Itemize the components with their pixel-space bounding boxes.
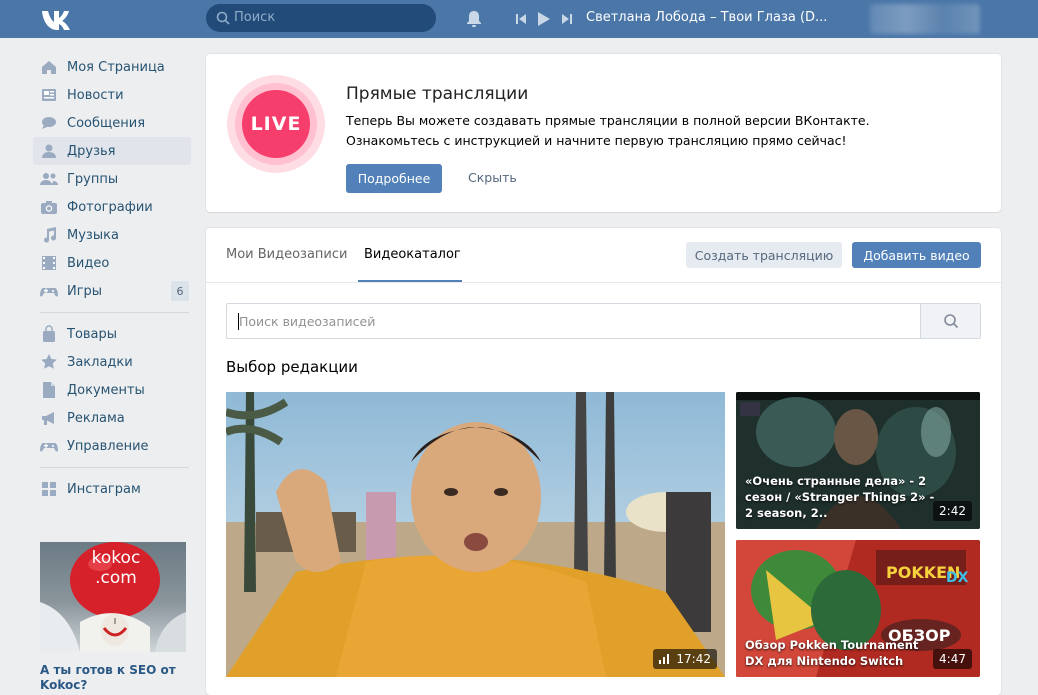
live-logo-text: LIVE xyxy=(242,90,310,158)
top-bar: Поиск Светлана Лобода – Твои Глаза (D... xyxy=(0,0,1038,38)
left-sidebar: Моя Страница Новости Сообщения Друзья Группы… xyxy=(33,53,191,503)
gamepad-icon xyxy=(40,437,58,455)
sidebar-item-label: Друзья xyxy=(67,143,116,159)
star-icon xyxy=(40,353,58,371)
video-duration-badge: 17:42 xyxy=(653,649,717,669)
now-playing-title[interactable]: Светлана Лобода – Твои Глаза (D... xyxy=(586,10,827,25)
sidebar-item[interactable]: Видео xyxy=(33,249,191,277)
video-title: «Очень странные дела» - 2 сезон / «Stran… xyxy=(745,474,935,520)
friend-icon xyxy=(40,142,58,160)
sidebar-item-label: Видео xyxy=(67,255,110,271)
sidebar-item-label: Игры xyxy=(67,283,103,299)
sidebar-item-label: Фотографии xyxy=(67,199,153,215)
video-title: Обзор Pokken Tournament DX для Nintendo … xyxy=(745,638,919,668)
ad-image[interactable]: kokoc .com xyxy=(40,542,186,652)
create-stream-button[interactable]: Создать трансляцию xyxy=(686,242,842,268)
previous-track-icon[interactable] xyxy=(514,10,530,28)
live-streams-banner: LIVE Прямые трансляции Теперь Вы можете … xyxy=(206,54,1001,212)
sidebar-item[interactable]: Музыка xyxy=(33,221,191,249)
video-icon xyxy=(40,254,58,272)
vk-logo-icon[interactable] xyxy=(40,8,74,30)
sidebar-item-label: Сообщения xyxy=(67,115,146,131)
sidebar-divider xyxy=(40,312,189,313)
bell-icon[interactable] xyxy=(464,9,484,29)
music-icon xyxy=(40,226,58,244)
sidebar-item[interactable]: Товары xyxy=(33,320,191,348)
search-placeholder: Поиск xyxy=(234,10,276,25)
sidebar-item[interactable]: Игры 6 xyxy=(33,277,191,305)
sidebar-item-label: Моя Страница xyxy=(67,59,165,75)
live-logo-icon: LIVE xyxy=(227,75,325,173)
header-search-input[interactable]: Поиск xyxy=(206,4,436,32)
sidebar-item[interactable]: Управление xyxy=(33,432,191,460)
editors-choice-title: Выбор редакции xyxy=(226,358,358,376)
home-icon xyxy=(40,58,58,76)
video-duration: 4:47 xyxy=(933,649,972,669)
news-icon xyxy=(40,86,58,104)
svg-text:DX: DX xyxy=(946,570,969,586)
gamepad-icon xyxy=(40,282,58,300)
video-duration: 17:42 xyxy=(676,652,711,666)
more-button[interactable]: Подробнее xyxy=(346,164,442,193)
live-banner-title: Прямые трансляции xyxy=(346,84,529,104)
sidebar-item-label: Товары xyxy=(67,326,118,342)
sidebar-ad[interactable]: kokoc .com А ты готов к SEO от Kokoc? xyxy=(40,542,186,693)
bag-icon xyxy=(40,325,58,343)
user-profile-menu[interactable] xyxy=(870,4,980,34)
sidebar-item[interactable]: Закладки xyxy=(33,348,191,376)
video-thumbnail-featured[interactable]: 17:42 xyxy=(226,392,725,677)
megaphone-icon xyxy=(40,409,58,427)
live-text-line: Ознакомьтесь с инструкцией и начните пер… xyxy=(346,133,847,148)
sidebar-item-label: Новости xyxy=(67,87,124,103)
sidebar-item-label: Инстаграм xyxy=(67,481,141,497)
ad-balloon-text: kokoc .com xyxy=(91,548,141,588)
sidebar-item[interactable]: Моя Страница xyxy=(33,53,191,81)
counter-badge: 6 xyxy=(171,281,189,301)
video-tabs: Мои Видеозаписи Видеокаталог Создать тра… xyxy=(206,228,1001,283)
hide-button[interactable]: Скрыть xyxy=(468,170,517,185)
sidebar-item[interactable]: Фотографии xyxy=(33,193,191,221)
video-search-placeholder: Поиск видеозаписей xyxy=(239,314,376,329)
sidebar-item-label: Реклама xyxy=(67,410,125,426)
search-icon xyxy=(216,11,230,25)
video-thumbnail-stranger-things[interactable]: «Очень странные дела» - 2 сезон / «Stran… xyxy=(736,392,980,529)
live-text-line: Теперь Вы можете создавать прямые трансл… xyxy=(346,113,870,128)
camera-icon xyxy=(40,198,58,216)
sidebar-item-label: Группы xyxy=(67,171,119,187)
active-tab-indicator xyxy=(358,280,462,282)
video-thumbnail-pokken[interactable]: POKKEN DX ОБЗОР Обзор Pokken Tournament … xyxy=(736,540,980,677)
add-video-button[interactable]: Добавить видео xyxy=(852,242,981,268)
video-search-button[interactable] xyxy=(920,304,980,338)
groups-icon xyxy=(40,170,58,188)
sidebar-item-label: Документы xyxy=(67,382,145,398)
sidebar-divider xyxy=(40,467,189,468)
ad-title[interactable]: А ты готов к SEO от Kokoc? xyxy=(40,663,186,693)
play-icon[interactable] xyxy=(535,10,551,28)
sidebar-item[interactable]: Сообщения xyxy=(33,109,191,137)
messages-icon xyxy=(40,114,58,132)
live-banner-text: Теперь Вы можете создавать прямые трансл… xyxy=(346,111,966,151)
sidebar-item-label: Музыка xyxy=(67,227,119,243)
video-search-input[interactable]: Поиск видеозаписей xyxy=(226,303,981,339)
search-icon xyxy=(943,314,958,329)
video-panel: Мои Видеозаписи Видеокаталог Создать тра… xyxy=(206,228,1001,695)
document-icon xyxy=(40,381,58,399)
sidebar-item-label: Закладки xyxy=(67,354,133,370)
sidebar-item[interactable]: Инстаграм xyxy=(33,475,191,503)
next-track-icon[interactable] xyxy=(558,10,574,28)
sidebar-item[interactable]: Группы xyxy=(33,165,191,193)
sidebar-item[interactable]: Новости xyxy=(33,81,191,109)
tab-my-videos[interactable]: Мои Видеозаписи xyxy=(226,247,347,262)
sidebar-item-label: Управление xyxy=(67,438,149,454)
views-chart-icon xyxy=(659,654,670,664)
sidebar-item[interactable]: Документы xyxy=(33,376,191,404)
sidebar-item[interactable]: Друзья xyxy=(33,137,191,165)
video-duration: 2:42 xyxy=(933,501,972,521)
sidebar-item[interactable]: Реклама xyxy=(33,404,191,432)
grid-icon xyxy=(40,480,58,498)
live-logo-ring: LIVE xyxy=(235,83,317,165)
tab-video-catalog[interactable]: Видеокаталог xyxy=(364,247,461,262)
video-preview-image xyxy=(226,392,725,677)
